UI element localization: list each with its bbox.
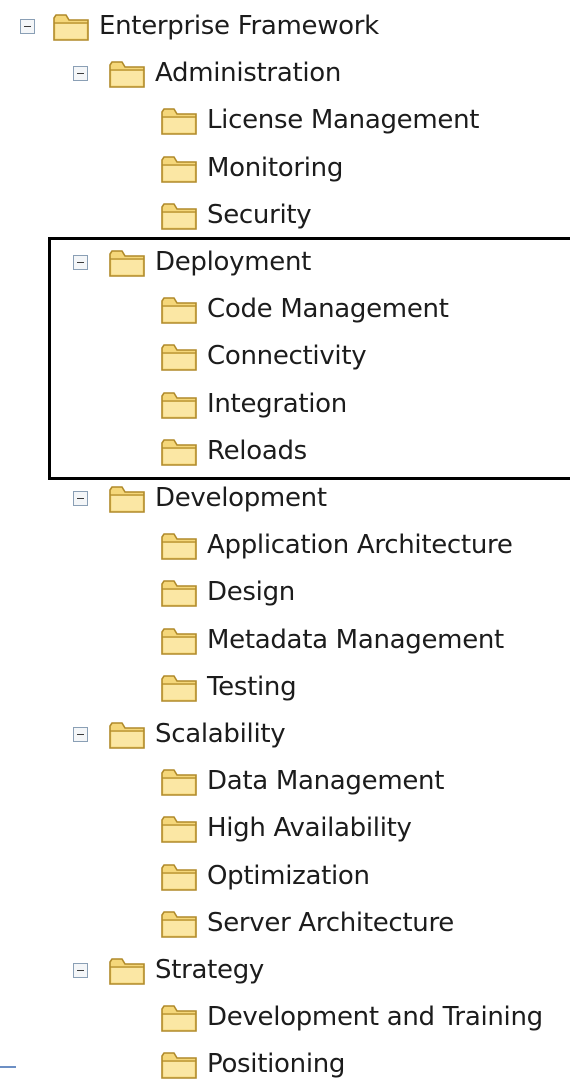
- tree-node-label: Development and Training: [207, 1002, 543, 1033]
- tree-node[interactable]: License Management: [0, 97, 570, 144]
- tree-node-label: Design: [207, 577, 295, 608]
- tree-node[interactable]: Server Architecture: [0, 900, 570, 947]
- tree-node[interactable]: Strategy: [0, 947, 570, 994]
- collapse-minus-icon[interactable]: [73, 963, 88, 978]
- tree-node[interactable]: Metadata Management: [0, 617, 570, 664]
- folder-icon: [160, 200, 198, 232]
- tree-node[interactable]: Development and Training: [0, 994, 570, 1041]
- tree-node-label: License Management: [207, 105, 480, 136]
- tree-node[interactable]: Data Management: [0, 758, 570, 805]
- tree-node[interactable]: Optimization: [0, 853, 570, 900]
- folder-tree: Enterprise Framework Administration Licens…: [0, 0, 570, 1084]
- tree-node-label: Data Management: [207, 766, 445, 797]
- tree-node-label: Server Architecture: [207, 907, 455, 938]
- folder-icon: [160, 577, 198, 609]
- collapse-minus-icon[interactable]: [20, 19, 35, 34]
- tree-node-label: Metadata Management: [207, 624, 504, 655]
- tree-node-label: Scalability: [155, 719, 286, 749]
- corner-mark: [0, 1066, 16, 1068]
- deployment-highlight-box: [48, 237, 570, 480]
- tree-node-label: Development: [155, 483, 327, 513]
- folder-icon: [108, 955, 146, 987]
- folder-icon: [160, 530, 198, 562]
- tree-node[interactable]: Testing: [0, 664, 570, 711]
- collapse-minus-icon[interactable]: [73, 727, 88, 742]
- folder-icon: [108, 719, 146, 751]
- folder-icon: [160, 1002, 198, 1034]
- folder-icon: [160, 813, 198, 845]
- tree-node-label: Security: [207, 199, 312, 230]
- folder-icon: [108, 58, 146, 90]
- folder-icon: [160, 1049, 198, 1081]
- tree-node[interactable]: Enterprise Framework: [0, 3, 570, 50]
- folder-icon: [52, 11, 90, 43]
- collapse-minus-icon[interactable]: [73, 66, 88, 82]
- folder-icon: [160, 105, 198, 137]
- tree-node[interactable]: Scalability: [0, 711, 570, 758]
- tree-node[interactable]: Design: [0, 569, 570, 616]
- tree-node-label: Enterprise Framework: [99, 11, 379, 41]
- folder-icon: [160, 153, 198, 185]
- collapse-minus-icon[interactable]: [73, 491, 88, 506]
- folder-icon: [160, 861, 198, 893]
- tree-node-label: Monitoring: [207, 152, 344, 183]
- folder-icon: [108, 483, 146, 515]
- folder-icon: [160, 672, 198, 704]
- tree-node-label: Administration: [155, 58, 342, 89]
- tree-node[interactable]: Security: [0, 192, 570, 239]
- tree-node[interactable]: Administration: [0, 50, 570, 97]
- folder-icon: [160, 766, 198, 798]
- folder-icon: [160, 625, 198, 657]
- tree-node-label: Application Architecture: [207, 530, 513, 561]
- tree-node-label: High Availability: [207, 813, 412, 844]
- tree-node[interactable]: High Availability: [0, 805, 570, 852]
- folder-icon: [160, 908, 198, 940]
- tree-node[interactable]: Development: [0, 475, 570, 522]
- tree-node-label: Testing: [207, 671, 297, 702]
- tree-node[interactable]: Application Architecture: [0, 522, 570, 569]
- tree-node-label: Strategy: [155, 955, 265, 985]
- tree-node[interactable]: Positioning: [0, 1041, 570, 1088]
- tree-node[interactable]: Monitoring: [0, 145, 570, 192]
- tree-node-label: Positioning: [207, 1049, 346, 1080]
- tree-node-label: Optimization: [207, 860, 370, 891]
